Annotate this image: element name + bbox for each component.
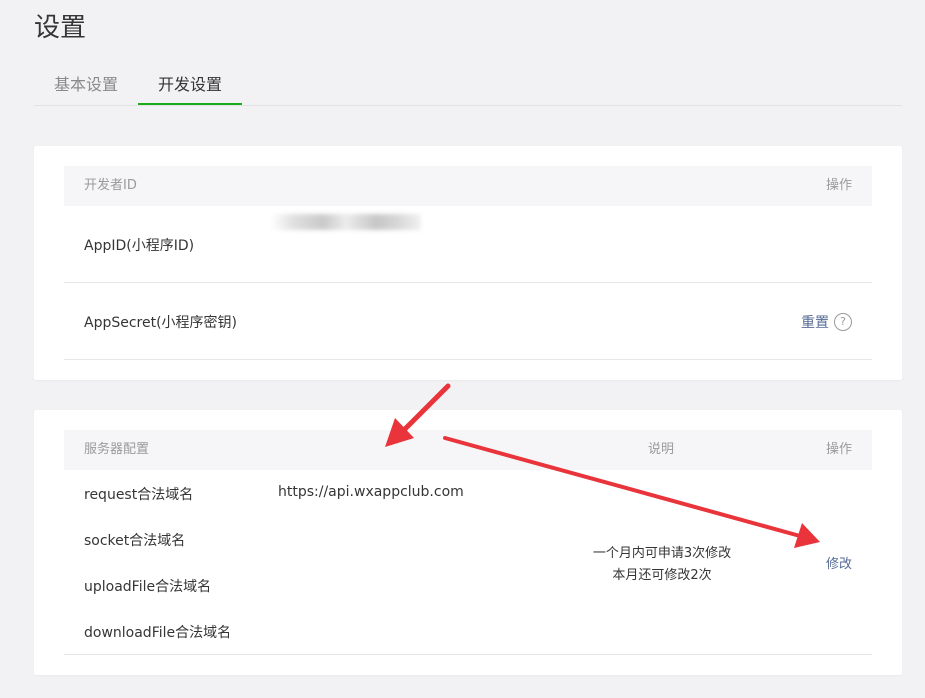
header-action: 操作 [825,178,852,193]
appsecret-row: AppSecret(小程序密钥) 重置 ? [64,283,872,360]
appid-value-obscured [271,214,421,230]
header-action: 操作 [825,442,852,457]
request-domain-value: https://api.wxappclub.com [278,484,464,500]
downloadfile-domain-label: downloadFile合法域名 [84,625,232,641]
page-title: 设置 [34,13,87,43]
appsecret-label: AppSecret(小程序密钥) [84,315,238,331]
server-config-header: 服务器配置 说明 操作 [64,430,872,470]
developer-id-card: 开发者ID 操作 AppID(小程序ID) AppSecret(小程序密钥) 重… [34,146,902,380]
modify-link[interactable]: 修改 [826,553,852,572]
reset-link[interactable]: 重置 [801,312,829,332]
header-developer-id: 开发者ID [84,178,137,193]
tab-dev-settings[interactable]: 开发设置 [138,66,243,105]
header-server-config: 服务器配置 [84,442,150,457]
appid-row: AppID(小程序ID) [64,206,872,283]
request-domain-label: request合法域名 [84,487,194,503]
uploadfile-domain-label: uploadFile合法域名 [84,579,212,595]
question-circle-icon[interactable]: ? [834,313,852,331]
tab-bar: 基本设置 开发设置 [34,66,902,106]
modify-remaining-note: 本月还可修改2次 [612,568,712,583]
header-note: 说明 [648,442,675,457]
modify-limit-note: 一个月内可申请3次修改 [592,546,732,561]
tab-basic-settings[interactable]: 基本设置 [34,66,138,103]
appid-label: AppID(小程序ID) [84,238,195,254]
developer-id-header: 开发者ID 操作 [64,166,872,206]
server-config-card: 服务器配置 说明 操作 request合法域名 https://api.wxap… [34,410,902,675]
server-domains-row: request合法域名 https://api.wxappclub.com so… [64,470,872,655]
socket-domain-label: socket合法域名 [84,533,186,549]
